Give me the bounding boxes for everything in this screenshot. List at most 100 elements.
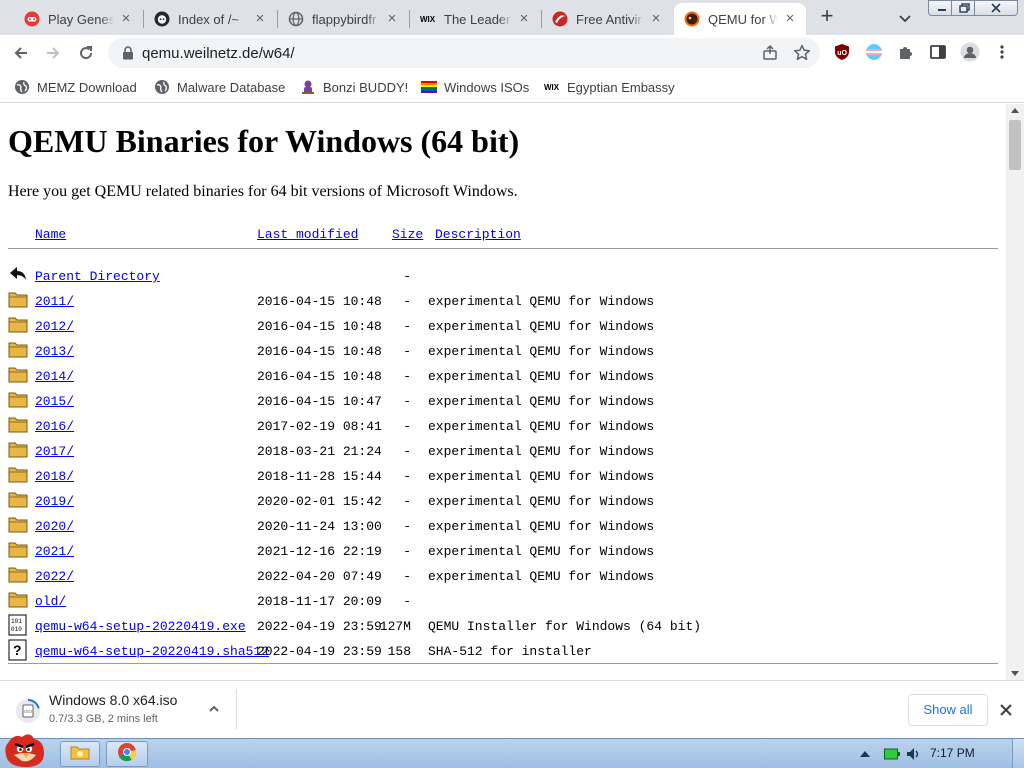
- file-size: -: [403, 494, 411, 509]
- taskbar-explorer-button[interactable]: [60, 741, 100, 767]
- close-tab-icon[interactable]: ×: [516, 11, 532, 27]
- unknown-file-icon[interactable]: ?: [8, 639, 28, 661]
- trans-flag-extension-icon[interactable]: [864, 42, 884, 62]
- file-name-link[interactable]: 2018/: [35, 469, 74, 484]
- sort-by-size-link[interactable]: Size: [392, 227, 423, 242]
- show-all-downloads-button[interactable]: Show all: [908, 694, 988, 726]
- page-scrollbar[interactable]: [1006, 104, 1024, 680]
- column-header-description[interactable]: Description: [435, 227, 521, 243]
- close-tab-icon[interactable]: ×: [384, 11, 400, 27]
- reload-button[interactable]: [73, 40, 99, 66]
- scrollbar-thumb[interactable]: [1009, 120, 1021, 170]
- folder-icon[interactable]: [8, 564, 28, 586]
- folder-icon[interactable]: [8, 489, 28, 511]
- ublock-icon[interactable]: uO: [832, 42, 852, 62]
- file-name-link[interactable]: 2015/: [35, 394, 74, 409]
- folder-icon[interactable]: [8, 514, 28, 536]
- address-bar[interactable]: qemu.weilnetz.de/w64/: [108, 38, 820, 68]
- profile-avatar-icon[interactable]: [960, 42, 980, 62]
- lock-icon[interactable]: [120, 45, 136, 61]
- close-tab-icon[interactable]: ×: [252, 11, 268, 27]
- chevron-up-icon[interactable]: [206, 701, 222, 717]
- table-row: 2011/2016-04-15 10:48 - experimental QEMU …: [0, 289, 1000, 314]
- show-desktop-button[interactable]: [1012, 739, 1024, 768]
- back-arrow-icon[interactable]: [8, 264, 28, 286]
- file-name-link[interactable]: 2021/: [35, 544, 74, 559]
- download-item[interactable]: ISO Windows 8.0 x64.iso 0.7/3.3 GB, 2 mi…: [10, 689, 232, 731]
- tray-overflow-chevron-icon[interactable]: [860, 739, 874, 768]
- url-text[interactable]: qemu.weilnetz.de/w64/: [142, 45, 295, 62]
- close-tab-icon[interactable]: ×: [782, 11, 798, 27]
- sort-by-name-link[interactable]: Name: [35, 227, 66, 242]
- back-button[interactable]: [8, 40, 34, 66]
- folder-icon[interactable]: [8, 589, 28, 611]
- bonzi-icon: [300, 79, 316, 95]
- new-tab-button[interactable]: +: [816, 5, 838, 28]
- last-modified: 2021-12-16 22:19: [257, 544, 382, 559]
- tab-flappybird[interactable]: flappybirdfr ×: [278, 3, 408, 35]
- bookmark-egyptian-embassy[interactable]: WIX Egyptian Embassy: [544, 77, 675, 97]
- column-header-name[interactable]: Name: [35, 227, 66, 243]
- file-name-link[interactable]: 2013/: [35, 344, 74, 359]
- folder-icon[interactable]: [8, 289, 28, 311]
- globe-icon: [154, 79, 170, 95]
- file-name-link[interactable]: Parent Directory: [35, 269, 160, 284]
- file-name-link[interactable]: 2011/: [35, 294, 74, 309]
- tab-index[interactable]: Index of /~ ×: [144, 3, 276, 35]
- close-download-shelf-icon[interactable]: [996, 700, 1016, 720]
- taskbar-clock[interactable]: 7:17 PM: [930, 746, 975, 760]
- bookmark-windows-isos[interactable]: Windows ISOs: [421, 77, 529, 97]
- svg-text:WIX: WIX: [420, 15, 436, 24]
- file-description: experimental QEMU for Windows: [428, 469, 655, 484]
- file-name-link[interactable]: 2019/: [35, 494, 74, 509]
- menu-kebab-icon[interactable]: [992, 42, 1012, 62]
- folder-icon[interactable]: [8, 439, 28, 461]
- forward-button[interactable]: [40, 40, 66, 66]
- column-header-size[interactable]: Size: [392, 227, 423, 243]
- file-name-link[interactable]: 2017/: [35, 444, 74, 459]
- close-window-button[interactable]: [974, 0, 1018, 16]
- sort-by-modified-link[interactable]: Last modified: [257, 227, 358, 242]
- bookmark-label: Windows ISOs: [444, 79, 530, 95]
- close-tab-icon[interactable]: ×: [118, 11, 134, 27]
- folder-icon[interactable]: [8, 464, 28, 486]
- globe-icon: [14, 79, 30, 95]
- battery-icon[interactable]: [884, 739, 902, 768]
- file-name-link[interactable]: qemu-w64-setup-20220419.sha512: [35, 644, 269, 659]
- tab-the-leader[interactable]: WIX The Leader ×: [410, 3, 540, 35]
- scroll-down-arrow-icon[interactable]: [1011, 671, 1019, 676]
- file-name-link[interactable]: 2016/: [35, 419, 74, 434]
- file-name-link[interactable]: 2014/: [35, 369, 74, 384]
- tab-search-icon[interactable]: [895, 8, 915, 28]
- extensions-puzzle-icon[interactable]: [896, 42, 916, 62]
- file-name-link[interactable]: qemu-w64-setup-20220419.exe: [35, 619, 246, 634]
- share-icon[interactable]: [760, 43, 780, 63]
- folder-icon[interactable]: [8, 339, 28, 361]
- tab-free-antivirus[interactable]: Free Antivir ×: [542, 3, 672, 35]
- sort-by-description-link[interactable]: Description: [435, 227, 521, 242]
- bookmark-memz[interactable]: MEMZ Download: [14, 77, 137, 97]
- volume-icon[interactable]: [906, 739, 924, 768]
- start-button-angry-bird-icon[interactable]: [0, 731, 50, 768]
- taskbar-chrome-button[interactable]: [106, 741, 148, 767]
- binary-file-icon[interactable]: 101 010: [8, 614, 28, 636]
- folder-icon[interactable]: [8, 314, 28, 336]
- column-header-modified[interactable]: Last modified: [257, 227, 358, 243]
- tab-qemu[interactable]: QEMU for W ×: [674, 3, 806, 35]
- scroll-up-arrow-icon[interactable]: [1011, 108, 1019, 113]
- folder-icon[interactable]: [8, 364, 28, 386]
- file-name-link[interactable]: 2022/: [35, 569, 74, 584]
- file-name-link[interactable]: 2012/: [35, 319, 74, 334]
- folder-icon[interactable]: [8, 539, 28, 561]
- bookmark-bonzi-buddy[interactable]: Bonzi BUDDY!: [300, 77, 408, 97]
- folder-icon[interactable]: [8, 389, 28, 411]
- folder-icon[interactable]: [8, 414, 28, 436]
- tab-play-genesis[interactable]: Play Genesis ×: [14, 3, 142, 35]
- side-panel-icon[interactable]: [928, 42, 948, 62]
- file-name-link[interactable]: 2020/: [35, 519, 74, 534]
- close-tab-icon[interactable]: ×: [648, 11, 664, 27]
- file-name-link[interactable]: old/: [35, 594, 66, 609]
- file-size: -: [403, 394, 411, 409]
- bookmark-malware-database[interactable]: Malware Database: [154, 77, 285, 97]
- bookmark-star-icon[interactable]: [792, 43, 812, 63]
